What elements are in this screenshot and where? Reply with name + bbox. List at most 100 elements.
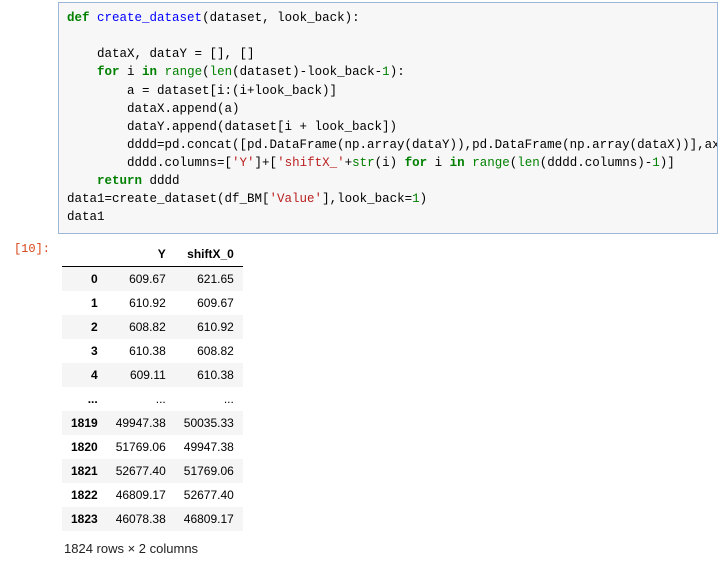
cell-shiftx: ...: [175, 387, 243, 411]
code-text: ): [420, 192, 428, 206]
code-text: [157, 65, 165, 79]
output-cell: [10]: Y shiftX_0 0609.67621.65 1610.9260…: [0, 236, 720, 566]
cell-shiftx: 609.67: [175, 291, 243, 315]
row-index: 3: [62, 339, 107, 363]
code-cell: def create_dataset(dataset, look_back): …: [0, 0, 720, 236]
kw-def: def: [67, 11, 90, 25]
code-text: (dataset)-look_back: [232, 65, 375, 79]
table-row: 3610.38608.82: [62, 339, 243, 363]
kw-in: in: [450, 156, 465, 170]
cell-shiftx: 621.65: [175, 266, 243, 291]
num: 1: [382, 65, 390, 79]
table-row: 2608.82610.92: [62, 315, 243, 339]
code-text: (dddd.columns)-: [540, 156, 653, 170]
row-index: 0: [62, 266, 107, 291]
code-text: data1: [67, 210, 105, 224]
cell-y: 52677.40: [107, 459, 175, 483]
output-area: Y shiftX_0 0609.67621.65 1610.92609.67 2…: [58, 236, 720, 566]
table-row: 181949947.3850035.33: [62, 411, 243, 435]
code-text: ],look_back=: [322, 192, 412, 206]
code-text: ):: [390, 65, 405, 79]
row-index: 1823: [62, 507, 107, 531]
fn-name: create_dataset: [97, 11, 202, 25]
cell-y: 608.82: [107, 315, 175, 339]
cell-y: 609.67: [107, 266, 175, 291]
kw-in: in: [142, 65, 157, 79]
kw-return: return: [97, 174, 142, 188]
cell-shiftx: 610.38: [175, 363, 243, 387]
code-text: ]+[: [255, 156, 278, 170]
table-header-row: Y shiftX_0: [62, 242, 243, 267]
cell-y: 46809.17: [107, 483, 175, 507]
table-row: 4609.11610.38: [62, 363, 243, 387]
code-text: dataX, dataY = [], []: [67, 47, 255, 61]
cell-y: 46078.38: [107, 507, 175, 531]
code-text: i: [427, 156, 450, 170]
input-prompt: [0, 0, 58, 236]
bi-range: range: [472, 156, 510, 170]
row-index: 4: [62, 363, 107, 387]
row-index: 1820: [62, 435, 107, 459]
cell-shiftx: 610.92: [175, 315, 243, 339]
header-col: shiftX_0: [175, 242, 243, 267]
dataframe-table: Y shiftX_0 0609.67621.65 1610.92609.67 2…: [62, 242, 243, 531]
table-row: 182152677.4051769.06: [62, 459, 243, 483]
row-index: 1821: [62, 459, 107, 483]
code-text: [67, 174, 97, 188]
bi-len: len: [517, 156, 540, 170]
row-index: ...: [62, 387, 107, 411]
table-row: 1610.92609.67: [62, 291, 243, 315]
bi-range: range: [165, 65, 203, 79]
table-row: 182346078.3846809.17: [62, 507, 243, 531]
code-text: dddd=pd.concat([pd.DataFrame(np.array(da…: [67, 138, 718, 152]
code-text: (: [202, 65, 210, 79]
code-text: +: [345, 156, 353, 170]
code-text: (dataset, look_back):: [202, 11, 360, 25]
cell-shiftx: 52677.40: [175, 483, 243, 507]
code-text: (i): [375, 156, 405, 170]
cell-y: 610.92: [107, 291, 175, 315]
num: 1: [412, 192, 420, 206]
cell-shiftx: 51769.06: [175, 459, 243, 483]
str: 'shiftX_': [277, 156, 345, 170]
dataframe-summary: 1824 rows × 2 columns: [62, 541, 716, 556]
table-row: 182246809.1752677.40: [62, 483, 243, 507]
kw-for: for: [97, 65, 120, 79]
code-text: )]: [660, 156, 675, 170]
row-index: 1822: [62, 483, 107, 507]
code-text: dddd: [142, 174, 180, 188]
code-text: a = dataset[i:(i+look_back)]: [67, 84, 337, 98]
cell-shiftx: 50035.33: [175, 411, 243, 435]
str: 'Y': [232, 156, 255, 170]
num: 1: [652, 156, 660, 170]
cell-y: 49947.38: [107, 411, 175, 435]
cell-shiftx: 46809.17: [175, 507, 243, 531]
table-body: 0609.67621.65 1610.92609.67 2608.82610.9…: [62, 266, 243, 531]
row-index: 1: [62, 291, 107, 315]
header-col: Y: [107, 242, 175, 267]
cell-y: 609.11: [107, 363, 175, 387]
code-text: [67, 65, 97, 79]
cell-shiftx: 608.82: [175, 339, 243, 363]
output-prompt: [10]:: [0, 236, 58, 566]
kw-for: for: [405, 156, 428, 170]
table-row: 0609.67621.65: [62, 266, 243, 291]
str: 'Value': [270, 192, 323, 206]
code-editor[interactable]: def create_dataset(dataset, look_back): …: [58, 2, 718, 234]
notebook: def create_dataset(dataset, look_back): …: [0, 0, 720, 566]
cell-shiftx: 49947.38: [175, 435, 243, 459]
row-index: 1819: [62, 411, 107, 435]
code-text: i: [120, 65, 143, 79]
header-index: [62, 242, 107, 267]
code-text: dddd.columns=[: [67, 156, 232, 170]
table-row: 182051769.0649947.38: [62, 435, 243, 459]
cell-y: 51769.06: [107, 435, 175, 459]
code-text: dataY.append(dataset[i + look_back]): [67, 120, 397, 134]
table-row-ellipsis: .........: [62, 387, 243, 411]
code-text: data1=create_dataset(df_BM[: [67, 192, 270, 206]
code-text: dataX.append(a): [67, 102, 240, 116]
row-index: 2: [62, 315, 107, 339]
bi-str: str: [352, 156, 375, 170]
cell-y: ...: [107, 387, 175, 411]
bi-len: len: [210, 65, 233, 79]
